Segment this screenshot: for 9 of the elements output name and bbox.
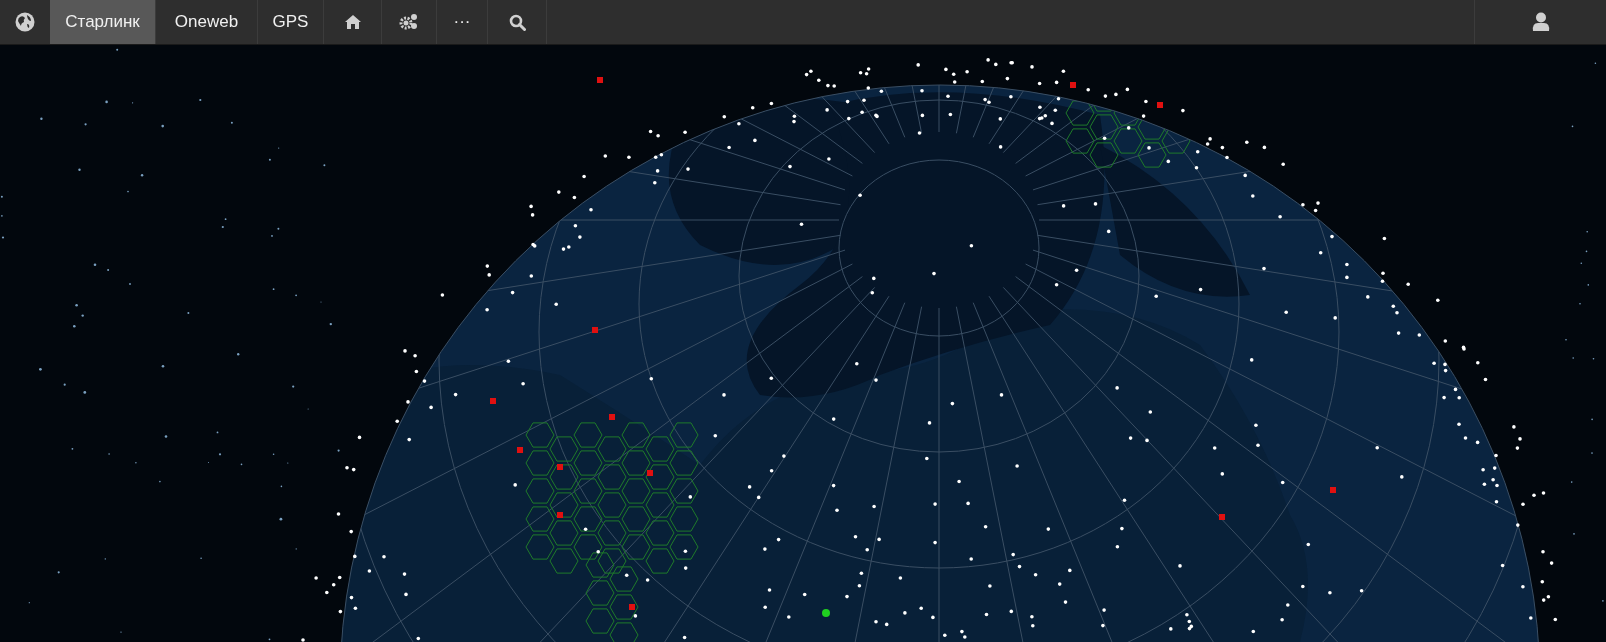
search-icon bbox=[508, 13, 526, 31]
gears-icon bbox=[399, 13, 419, 31]
nav-tab[interactable]: Oneweb bbox=[156, 0, 258, 44]
nav-tab[interactable]: Старлинк bbox=[50, 0, 156, 44]
globe-icon[interactable] bbox=[15, 12, 35, 32]
home-icon bbox=[343, 14, 362, 30]
user-icon[interactable] bbox=[1531, 12, 1550, 32]
nav-tab[interactable]: ··· bbox=[437, 0, 488, 44]
nav-tab[interactable]: GPS bbox=[258, 0, 324, 44]
